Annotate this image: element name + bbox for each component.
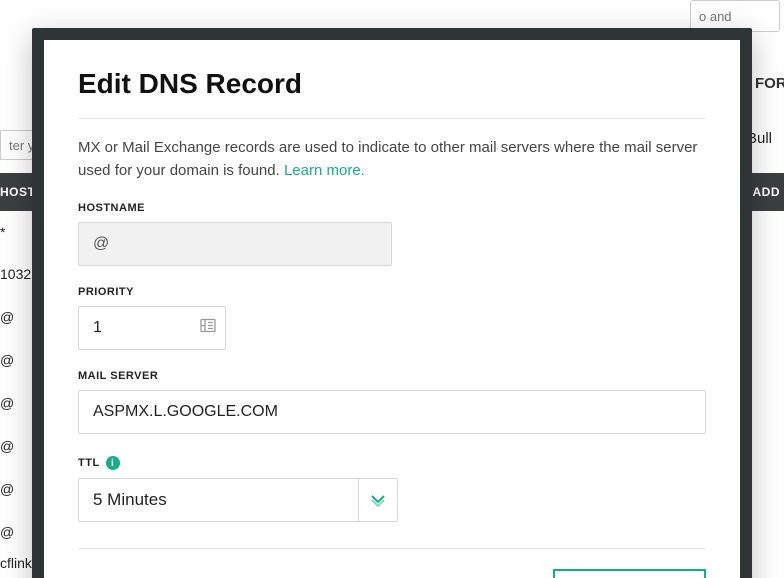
info-icon[interactable]: i: [106, 456, 120, 470]
mailserver-input[interactable]: [78, 390, 706, 434]
chevron-down-icon: [370, 493, 386, 507]
ttl-label-text: TTL: [78, 457, 100, 469]
hostname-input: [78, 222, 392, 266]
ttl-select[interactable]: 5 Minutes: [78, 478, 358, 522]
modal-overlay: Edit DNS Record MX or Mail Exchange reco…: [0, 0, 784, 578]
ttl-dropdown-button[interactable]: [358, 478, 398, 522]
priority-input[interactable]: [78, 306, 226, 350]
edit-dns-record-modal: Edit DNS Record MX or Mail Exchange reco…: [44, 40, 740, 578]
modal-footer: CANCEL SAVE CHANGES: [78, 548, 706, 578]
modal-title: Edit DNS Record: [78, 68, 706, 100]
hostname-label: HOSTNAME: [78, 202, 706, 214]
modal-frame: Edit DNS Record MX or Mail Exchange reco…: [32, 28, 752, 578]
learn-more-link[interactable]: Learn more.: [284, 162, 365, 179]
save-changes-button[interactable]: SAVE CHANGES: [553, 569, 706, 578]
ttl-label: TTL i: [78, 456, 706, 470]
divider: [78, 118, 706, 119]
mailserver-label: MAIL SERVER: [78, 370, 706, 382]
priority-label: PRIORITY: [78, 286, 706, 298]
modal-description: MX or Mail Exchange records are used to …: [78, 137, 706, 182]
description-text: MX or Mail Exchange records are used to …: [78, 139, 697, 179]
